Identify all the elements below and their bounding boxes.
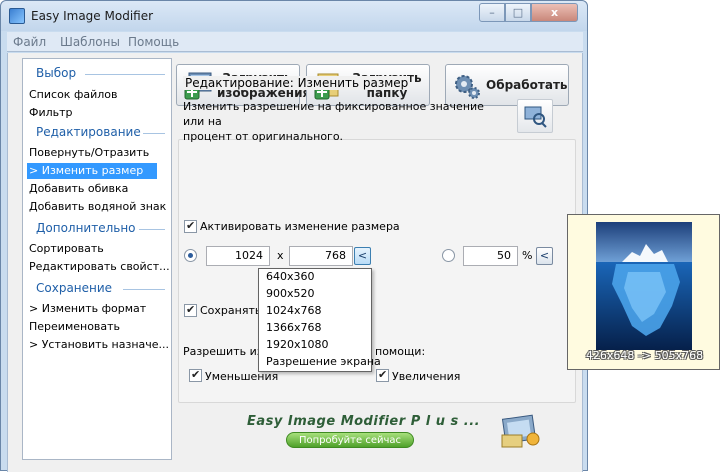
- percent-input[interactable]: 50: [463, 246, 518, 266]
- process-label: Обработать: [486, 78, 568, 92]
- preset-item[interactable]: 1920x1080: [266, 337, 329, 353]
- app-window: Easy Image Modifier – □ x Файл Шаблоны П…: [0, 0, 588, 472]
- preview-tooltip: 426x648 -> 505x768: [567, 214, 720, 370]
- window-title: Easy Image Modifier: [31, 9, 154, 23]
- sidebar-section-select: Выбор: [36, 66, 77, 80]
- section-divider: [123, 289, 165, 290]
- sidebar-item-watermark[interactable]: Добавить водяной знак: [29, 199, 166, 215]
- times-label: x: [277, 249, 284, 262]
- sidebar-section-edit: Редактирование: [36, 125, 141, 139]
- size-presets-button[interactable]: <: [354, 247, 371, 265]
- activate-resize-checkbox[interactable]: [184, 219, 197, 233]
- resize-description: Изменить разрешение на фиксированное зна…: [183, 99, 503, 144]
- gears-icon: [455, 75, 480, 99]
- size-presets-menu: 640x360 900x520 1024x768 1366x768 1920x1…: [258, 268, 381, 372]
- title-bar[interactable]: Easy Image Modifier – □ x: [1, 1, 587, 31]
- preset-item[interactable]: Разрешение экрана: [266, 354, 381, 370]
- preview-size-caption: 426x648 -> 505x768: [585, 349, 704, 362]
- enlarge-checkbox[interactable]: [376, 368, 389, 382]
- activate-resize-label: Активировать изменение размера: [200, 220, 400, 233]
- sidebar-item-file-list[interactable]: Список файлов: [29, 87, 165, 103]
- group-title: Редактирование: Изменить размер: [183, 76, 411, 90]
- height-input[interactable]: 768: [289, 246, 353, 266]
- preset-item[interactable]: 640x360: [266, 269, 315, 285]
- sidebar-item-filter[interactable]: Фильтр: [29, 105, 165, 121]
- promo-title: Easy Image Modifier P l u s ...: [247, 414, 481, 429]
- sidebar-section-save: Сохранение: [36, 281, 113, 295]
- menu-help[interactable]: Помощь: [128, 35, 179, 49]
- sidebar-item-format[interactable]: > Изменить формат: [29, 301, 165, 317]
- shrink-checkbox[interactable]: [189, 368, 202, 382]
- section-divider: [143, 133, 165, 134]
- keep-ratio-label: Сохранять: [200, 304, 262, 317]
- close-button[interactable]: x: [531, 3, 578, 22]
- sidebar-item-destination[interactable]: > Установить назначе...: [29, 337, 169, 353]
- percent-sign: %: [522, 249, 533, 262]
- iceberg-image: [596, 222, 692, 350]
- keep-ratio-checkbox[interactable]: [184, 303, 197, 317]
- description-line: Изменить разрешение на фиксированное зна…: [183, 100, 484, 128]
- section-divider: [85, 74, 165, 75]
- preset-item[interactable]: 1024x768: [266, 303, 322, 319]
- sidebar-item-properties[interactable]: Редактировать свойст...: [29, 259, 170, 275]
- fixed-size-radio[interactable]: [184, 249, 197, 262]
- preset-item[interactable]: 900x520: [266, 286, 315, 302]
- sidebar-item-sort[interactable]: Сортировать: [29, 241, 165, 257]
- preset-item[interactable]: 1366x768: [266, 320, 322, 336]
- menu-file[interactable]: Файл: [13, 35, 46, 49]
- description-line: процент от оригинального.: [183, 130, 344, 143]
- percent-presets-button[interactable]: <: [536, 247, 553, 265]
- menu-templates[interactable]: Шаблоны: [60, 35, 120, 49]
- width-input[interactable]: 1024: [206, 246, 270, 266]
- try-now-button[interactable]: Попробуйте сейчас: [286, 432, 414, 448]
- minimize-button[interactable]: –: [479, 3, 505, 22]
- sidebar-item-padding[interactable]: Добавить обивка: [29, 181, 165, 197]
- sidebar-item-rename[interactable]: Переименовать: [29, 319, 165, 335]
- maximize-button[interactable]: □: [505, 3, 531, 22]
- enlarge-label: Увеличения: [392, 370, 461, 383]
- sidebar-item-rotate[interactable]: Повернуть/Отразить: [29, 145, 165, 161]
- section-divider: [139, 229, 165, 230]
- sidebar-item-resize[interactable]: > Изменить размер: [27, 163, 157, 179]
- promo-app-icon: [501, 414, 540, 448]
- percent-radio[interactable]: [442, 249, 455, 262]
- app-icon: [9, 8, 25, 24]
- allow-label-tail: помощи:: [375, 345, 426, 358]
- menu-bar: Файл Шаблоны Помощь: [7, 32, 583, 52]
- sidebar-section-extra: Дополнительно: [36, 221, 136, 235]
- preview-button[interactable]: [517, 99, 553, 133]
- sidebar: Выбор Список файлов Фильтр Редактировани…: [22, 58, 172, 460]
- magnifier-icon: [524, 106, 547, 128]
